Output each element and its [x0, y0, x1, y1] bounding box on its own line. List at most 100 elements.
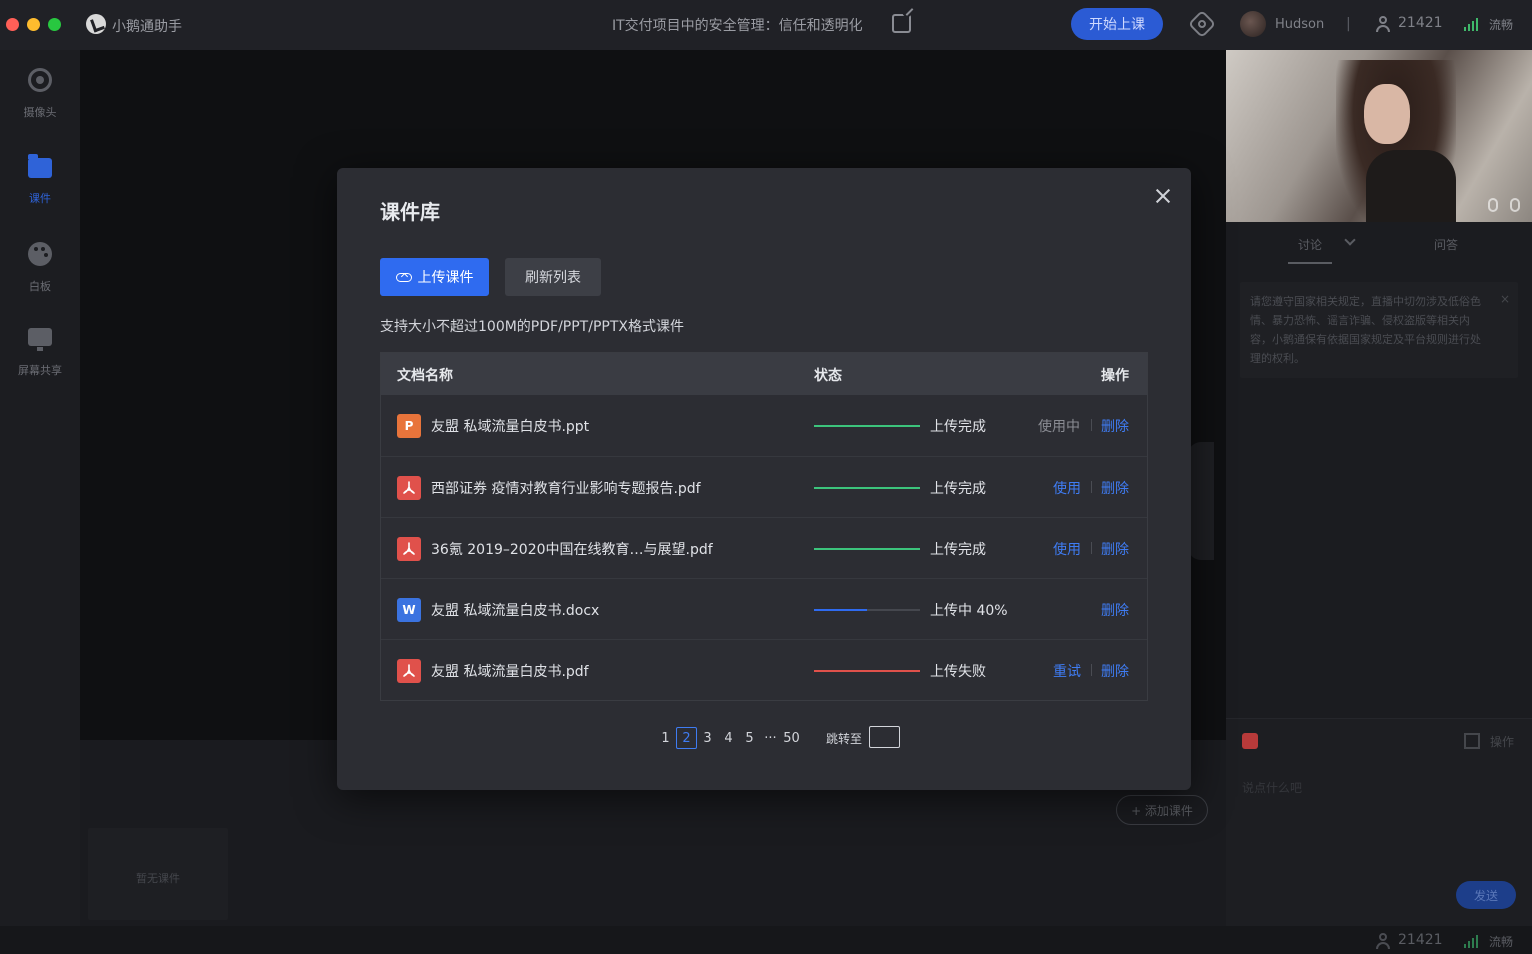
panel-tabs: 讨论 问答 — [1226, 222, 1532, 268]
app-window: 小鹅通助手 IT交付项目中的安全管理：信任和透明化 开始上课 Hudson | … — [0, 0, 1532, 954]
title-bar: 小鹅通助手 IT交付项目中的安全管理：信任和透明化 开始上课 Hudson | … — [0, 0, 1532, 50]
pdf-file-icon — [397, 537, 421, 561]
delete-button[interactable]: 删除 — [1101, 478, 1129, 498]
right-panel: 讨论 问答 请您遵守国家相关规定，直播中切勿涉及低俗色情、暴力恐怖、谣言诈骗、侵… — [1226, 50, 1532, 926]
app-name: 小鹅通助手 — [112, 19, 182, 35]
sidebar-item-label: 白板 — [29, 280, 51, 293]
column-header-status: 状态 — [814, 368, 842, 384]
chat-area: 操作 说点什么吧 发送 — [1226, 718, 1532, 926]
upload-hint: 支持大小不超过100M的PDF/PPT/PPTX格式课件 — [380, 319, 684, 335]
sidebar-item-screen-share[interactable]: 屏幕共享 — [0, 326, 80, 406]
upload-courseware-button[interactable]: 上传课件 — [380, 258, 489, 296]
page-button[interactable]: 50 — [781, 727, 802, 749]
use-button[interactable]: 使用 — [1053, 478, 1081, 498]
gift-icon[interactable] — [1242, 733, 1258, 749]
sidebar-item-courseware[interactable]: 课件 — [0, 154, 80, 234]
courseware-table: 文档名称 状态 操作 P 友盟 私域流量白皮书.ppt 上传完成 使用中 删除 西部证券 … — [380, 352, 1148, 701]
mic-icon[interactable] — [1510, 198, 1520, 212]
notice-banner: 请您遵守国家相关规定，直播中切勿涉及低俗色情、暴力恐怖、谣言诈骗、侵权盗版等相关… — [1240, 282, 1518, 378]
page-button[interactable]: 2 — [676, 727, 697, 749]
chat-input[interactable]: 说点什么吧 — [1242, 779, 1302, 796]
palette-icon — [28, 242, 52, 266]
pagination-ellipsis: ··· — [764, 730, 777, 746]
tab-underline — [1288, 262, 1332, 264]
refresh-list-button[interactable]: 刷新列表 — [505, 258, 601, 296]
tab-qa[interactable]: 问答 — [1434, 236, 1458, 253]
upload-status: 上传完成 — [930, 542, 986, 558]
file-icon-letter: W — [402, 603, 416, 617]
upload-progress-bar — [814, 609, 920, 611]
signal-icon — [1464, 934, 1480, 948]
pdf-file-icon — [397, 476, 421, 500]
upload-progress-fill — [814, 487, 920, 489]
table-row: P 友盟 私域流量白皮书.ppt 上传完成 使用中 删除 — [381, 395, 1147, 456]
jump-to-page-input[interactable] — [869, 726, 900, 748]
tab-discussion[interactable]: 讨论 — [1298, 236, 1322, 253]
settings-icon[interactable] — [1187, 9, 1217, 39]
folder-icon — [28, 154, 52, 178]
chevron-down-icon[interactable] — [1344, 234, 1356, 246]
close-icon[interactable]: × — [1500, 290, 1510, 309]
network-status: 流畅 — [1489, 18, 1514, 32]
page-button[interactable]: 4 — [718, 727, 739, 749]
upload-status: 上传中 40% — [930, 603, 1008, 619]
file-icon-letter: P — [404, 419, 414, 433]
upload-progress-bar — [814, 670, 920, 672]
edit-share-icon[interactable] — [892, 14, 911, 33]
table-row: 友盟 私域流量白皮书.pdf 上传失败 重试 删除 — [381, 639, 1147, 700]
page-button[interactable]: 5 — [739, 727, 760, 749]
action-separator — [1091, 419, 1092, 431]
ops-label[interactable]: 操作 — [1490, 733, 1514, 750]
grid-icon[interactable] — [1464, 733, 1480, 749]
jump-to-label: 跳转至 — [826, 732, 863, 746]
table-row: 西部证券 疫情对教育行业影响专题报告.pdf 上传完成 使用 删除 — [381, 456, 1147, 517]
delete-button[interactable]: 删除 — [1101, 661, 1129, 681]
stage-side-tools[interactable] — [1188, 442, 1214, 560]
retry-button[interactable]: 重试 — [1053, 661, 1081, 681]
send-button[interactable]: 发送 — [1456, 881, 1516, 909]
upload-status: 上传完成 — [930, 481, 986, 497]
app-logo-icon — [86, 14, 106, 34]
preview-face — [1364, 84, 1410, 144]
table-row: 36氪 2019–2020中国在线教育…与展望.pdf 上传完成 使用 删除 — [381, 517, 1147, 578]
username: Hudson — [1275, 17, 1325, 32]
in-use-label: 使用中 — [1038, 419, 1080, 435]
screen-share-icon — [28, 328, 52, 351]
table-header: 文档名称 状态 操作 — [381, 353, 1147, 395]
empty-courseware-label: 暂无课件 — [136, 872, 180, 885]
start-class-button[interactable]: 开始上课 — [1071, 8, 1163, 40]
close-icon[interactable] — [1153, 186, 1173, 206]
cloud-upload-icon — [395, 271, 414, 283]
camera-preview — [1226, 50, 1532, 222]
sidebar-item-camera[interactable]: 摄像头 — [0, 68, 80, 148]
file-name: 友盟 私域流量白皮书.ppt — [431, 419, 590, 435]
sidebar-item-whiteboard[interactable]: 白板 — [0, 242, 80, 322]
viewer-count: 21421 — [1398, 15, 1443, 31]
delete-button[interactable]: 删除 — [1101, 600, 1129, 620]
sidebar-item-label: 摄像头 — [23, 106, 57, 119]
upload-progress-fill — [814, 548, 920, 550]
use-button[interactable]: 使用 — [1053, 539, 1081, 559]
maximize-window-button[interactable] — [48, 18, 61, 31]
title-separator: | — [1346, 16, 1351, 32]
action-separator — [1091, 664, 1092, 676]
sidebar-item-label: 课件 — [29, 192, 51, 205]
close-window-button[interactable] — [6, 18, 19, 31]
add-courseware-button[interactable]: + 添加课件 — [1116, 795, 1208, 825]
notice-text: 请您遵守国家相关规定，直播中切勿涉及低俗色情、暴力恐怖、谣言诈骗、侵权盗版等相关… — [1250, 295, 1481, 365]
ppt-file-icon: P — [397, 414, 421, 438]
delete-button[interactable]: 删除 — [1101, 416, 1129, 436]
page-button[interactable]: 1 — [655, 727, 676, 749]
delete-button[interactable]: 删除 — [1101, 539, 1129, 559]
camera-toggle-icon[interactable] — [1488, 198, 1498, 212]
course-title: IT交付项目中的安全管理：信任和透明化 — [612, 18, 863, 34]
page-button[interactable]: 3 — [697, 727, 718, 749]
signal-icon — [1464, 17, 1480, 31]
table-row: W 友盟 私域流量白皮书.docx 上传中 40% 删除 — [381, 578, 1147, 639]
bottom-status-bar: 21421 流畅 — [0, 926, 1532, 954]
avatar[interactable] — [1240, 11, 1266, 37]
pdf-file-icon — [397, 659, 421, 683]
column-header-name: 文档名称 — [397, 368, 453, 384]
user-icon — [1375, 933, 1391, 949]
minimize-window-button[interactable] — [27, 18, 40, 31]
